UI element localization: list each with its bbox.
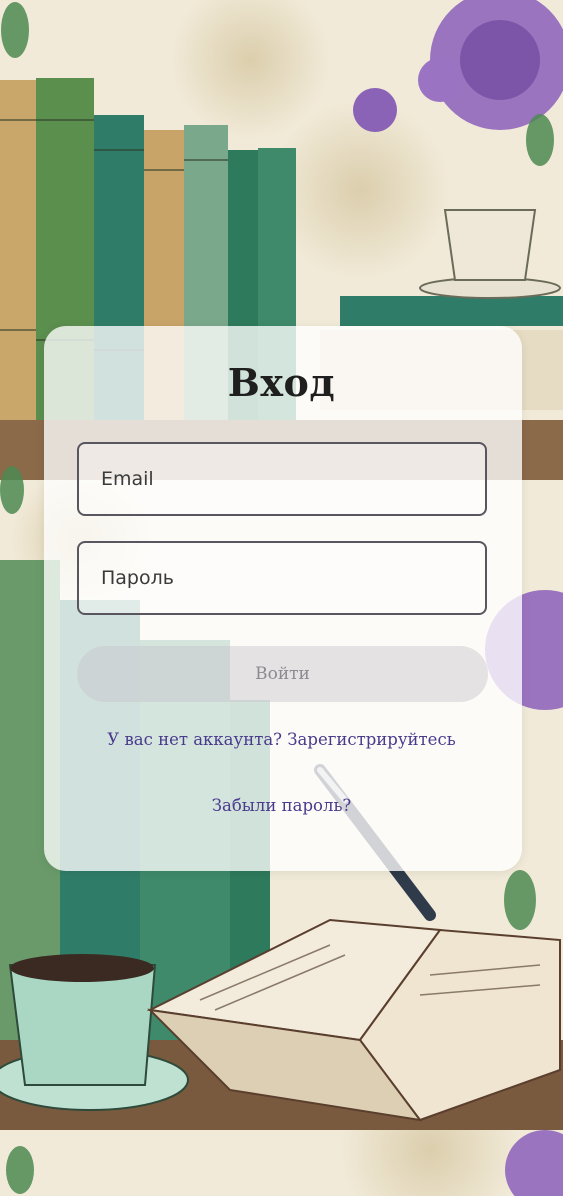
forgot-password-link[interactable]: Забыли пароль? xyxy=(0,796,563,815)
email-input[interactable] xyxy=(79,444,485,514)
password-input[interactable] xyxy=(79,543,485,613)
password-field[interactable] xyxy=(77,541,487,615)
register-link[interactable]: У вас нет аккаунта? Зарегистрируйтесь xyxy=(0,730,563,749)
login-button[interactable]: Войти xyxy=(77,646,488,702)
page-title: Вход xyxy=(227,360,336,405)
email-field[interactable] xyxy=(77,442,487,516)
